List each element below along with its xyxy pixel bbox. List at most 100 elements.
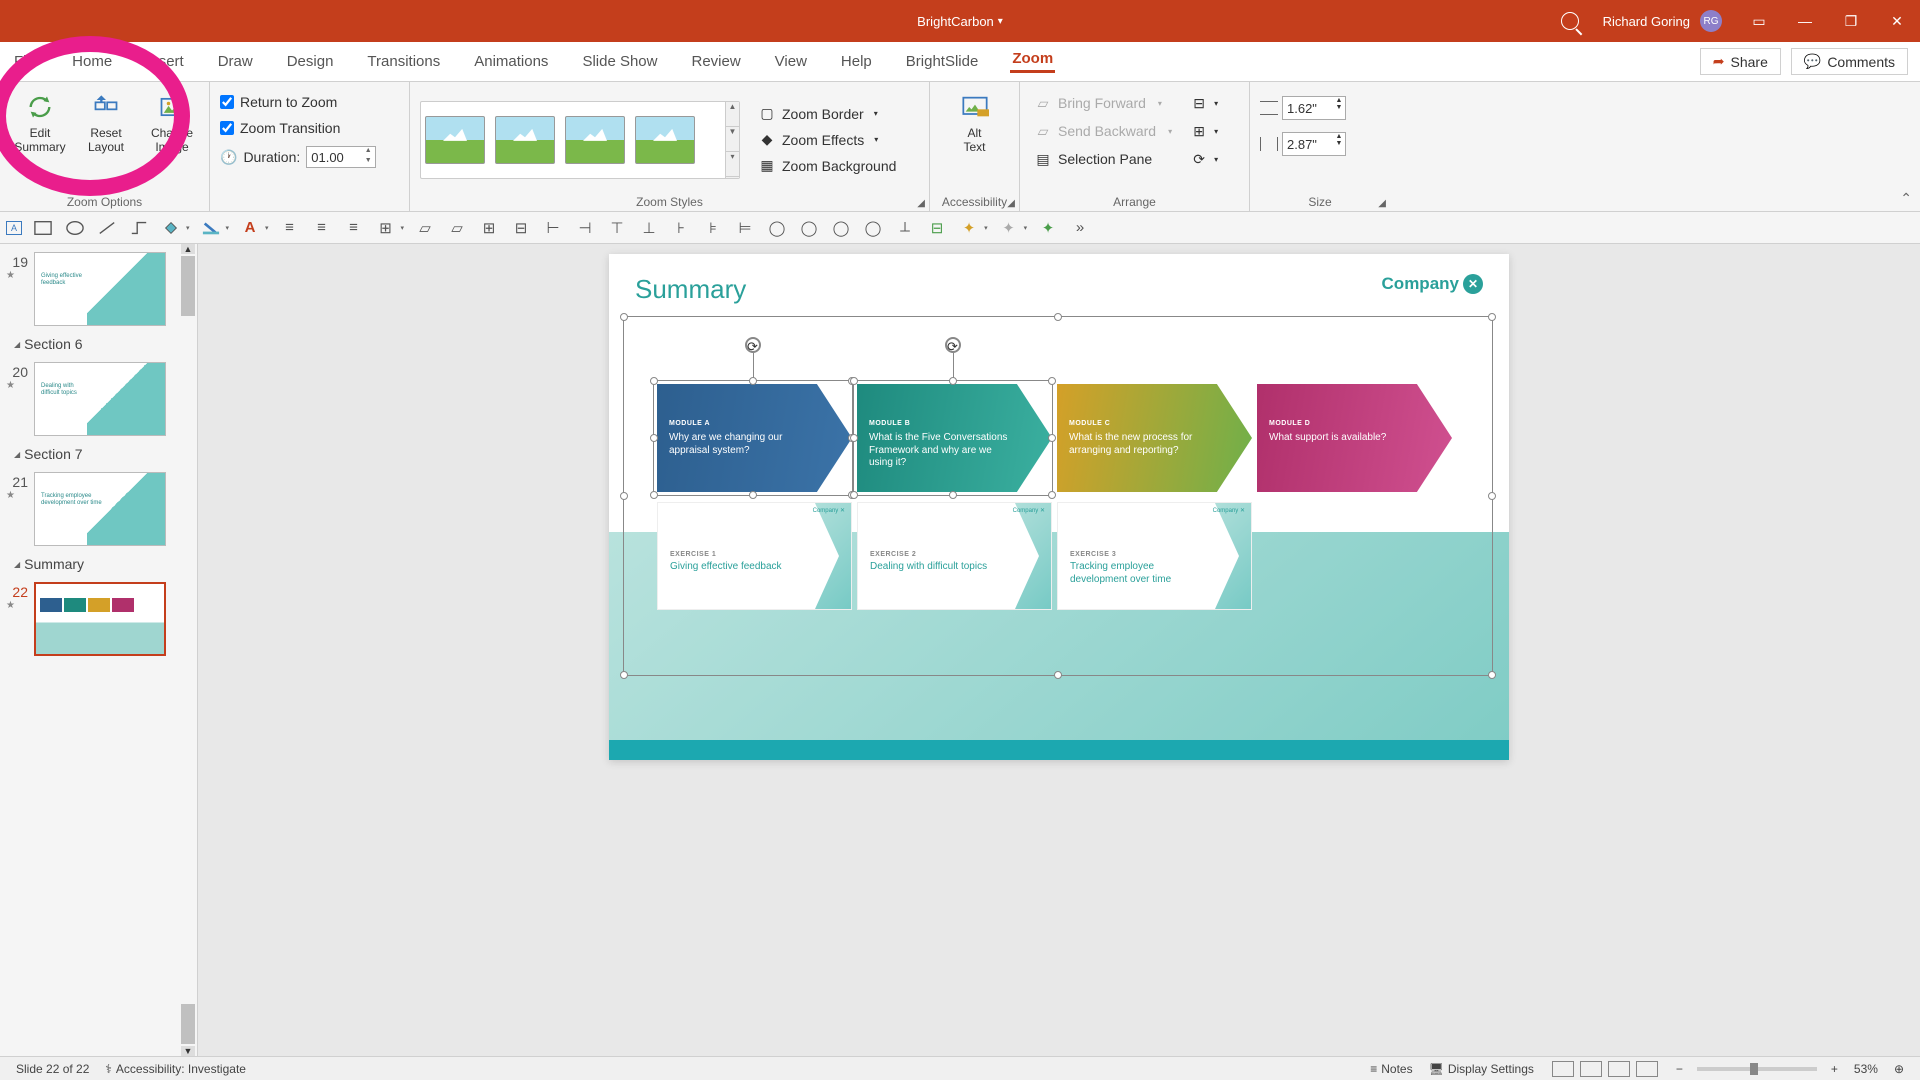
tab-view[interactable]: View [773,53,809,70]
send-backward-button[interactable]: ▱Send Backward▾ [1030,120,1176,142]
dialog-launcher-icon[interactable]: ◢ [1378,198,1386,209]
close-button[interactable]: ✕ [1874,0,1920,42]
rotate-handle-icon[interactable]: ⟳ [945,337,961,353]
tab-draw[interactable]: Draw [216,53,255,70]
zoom-effects-button[interactable]: ◆Zoom Effects▾ [754,129,900,151]
shape-outline-icon[interactable] [200,218,222,238]
group-button[interactable]: ⊞▾ [1186,120,1222,142]
oval-icon[interactable] [64,218,86,238]
dialog-launcher-icon[interactable]: ◢ [917,198,925,209]
merge-union-icon[interactable]: ◯ [766,218,788,238]
rotate-button[interactable]: ⟳▾ [1186,148,1222,170]
zoom-transition-checkbox[interactable]: Zoom Transition [220,118,340,138]
fit-to-window-icon[interactable]: ⊕ [1886,1062,1912,1076]
zoom-background-button[interactable]: ▦Zoom Background [754,155,900,177]
bring-front-icon[interactable]: ▱ [414,218,436,238]
style-thumb[interactable] [565,116,625,164]
maximize-button[interactable]: ❐ [1828,0,1874,42]
align-top-obj-icon[interactable]: ⊥ [638,218,660,238]
rotate-handle-icon[interactable]: ⟳ [745,337,761,353]
section-header[interactable]: Section 7 [0,440,197,468]
animation-painter-icon[interactable]: ✦ [998,218,1020,238]
align-bot-obj-icon[interactable]: ⊧ [702,218,724,238]
zoom-level[interactable]: 53% [1846,1062,1886,1076]
width-input[interactable]: 2.87"▲▼ [1260,132,1346,156]
slide-thumbnails[interactable]: 19★ Giving effectivefeedback Section 6 2… [0,244,198,1056]
style-thumb[interactable] [495,116,555,164]
align-button[interactable]: ⊟▾ [1186,92,1222,114]
tab-help[interactable]: Help [839,53,874,70]
tab-transitions[interactable]: Transitions [365,53,442,70]
exercise-card-1[interactable]: Company ✕EXERCISE 1Giving effective feed… [657,502,852,610]
user-account[interactable]: Richard Goring RG [1603,10,1722,32]
crop-icon[interactable]: ⟂ [894,218,916,238]
merge-intersect-icon[interactable]: ◯ [862,218,884,238]
more-icon[interactable]: » [1069,218,1091,238]
sorter-view-icon[interactable] [1580,1061,1602,1077]
merge-fragment-icon[interactable]: ◯ [830,218,852,238]
tab-home[interactable]: Home [70,53,114,70]
change-image-button[interactable]: Change Image [142,88,202,159]
tab-design[interactable]: Design [285,53,336,70]
align-right-obj-icon[interactable]: ⊤ [606,218,628,238]
tab-slideshow[interactable]: Slide Show [580,53,659,70]
style-thumb[interactable] [425,116,485,164]
section-header[interactable]: Summary [0,550,197,578]
zoom-in-button[interactable]: + [1823,1062,1846,1076]
send-back-icon[interactable]: ▱ [446,218,468,238]
shape-fill-icon[interactable] [160,218,182,238]
share-button[interactable]: ➦Share [1700,48,1781,75]
tab-animations[interactable]: Animations [472,53,550,70]
tab-review[interactable]: Review [689,53,742,70]
group-icon[interactable]: ⊞ [478,218,500,238]
reading-view-icon[interactable] [1608,1061,1630,1077]
slide-counter[interactable]: Slide 22 of 22 [8,1062,97,1076]
minimize-button[interactable]: ― [1782,0,1828,42]
height-input[interactable]: 1.62"▲▼ [1260,96,1346,120]
module-card-d[interactable]: MODULE DWhat support is available? [1257,384,1452,492]
exercise-card-2[interactable]: Company ✕EXERCISE 2Dealing with difficul… [857,502,1052,610]
slide-thumb-21[interactable]: 21★ Tracking employeedevelopment over ti… [0,468,197,550]
display-settings-button[interactable]: 🖥Display Settings [1421,1062,1542,1076]
align-right-icon[interactable]: ≡ [343,218,365,238]
duration-input[interactable]: 01.00▲▼ [306,146,376,168]
textbox-icon[interactable]: A [6,221,22,235]
zoom-slider[interactable] [1697,1067,1817,1071]
rectangle-icon[interactable] [32,218,54,238]
zoom-style-gallery[interactable]: ▲▼▾ [420,101,740,179]
align-left-obj-icon[interactable]: ⊢ [542,218,564,238]
align-mid-obj-icon[interactable]: ⊦ [670,218,692,238]
module-card-c[interactable]: MODULE CWhat is the new process for arra… [1057,384,1252,492]
tab-file[interactable]: File [12,53,40,70]
comments-button[interactable]: 💬Comments [1791,48,1908,75]
tab-brightslide[interactable]: BrightSlide [904,53,981,70]
merge-combine-icon[interactable]: ◯ [798,218,820,238]
slide-thumb-22[interactable]: 22★ [0,578,197,660]
tab-zoom[interactable]: Zoom [1010,50,1055,73]
collapse-ribbon-icon[interactable]: ⌃ [1900,190,1912,207]
return-to-zoom-checkbox[interactable]: Return to Zoom [220,92,337,112]
notes-button[interactable]: ≡Notes [1362,1062,1420,1076]
reset-layout-button[interactable]: Reset Layout [76,88,136,159]
align-center-icon[interactable]: ≡ [311,218,333,238]
edit-summary-button[interactable]: Edit Summary [10,88,70,159]
normal-view-icon[interactable] [1552,1061,1574,1077]
tab-insert[interactable]: Insert [144,53,186,70]
search-icon[interactable] [1561,12,1579,30]
selection-frame-b[interactable]: ⟳ [853,380,1053,496]
align-justify-icon[interactable]: ⊞ [375,218,397,238]
section-header[interactable]: Section 6 [0,330,197,358]
gallery-scroll[interactable]: ▲▼▾ [725,102,739,178]
ungroup-icon[interactable]: ⊟ [510,218,532,238]
alt-text-button[interactable]: Alt Text [945,88,1005,159]
style-thumb[interactable] [635,116,695,164]
ribbon-display-icon[interactable]: ▭ [1736,0,1782,42]
slide-canvas[interactable]: Summary Company✕ MODULE AWhy are we chan… [198,244,1920,1056]
exercise-card-3[interactable]: Company ✕EXERCISE 3Tracking employee dev… [1057,502,1252,610]
slide-thumb-19[interactable]: 19★ Giving effectivefeedback [0,248,197,330]
selection-pane-button[interactable]: ▤Selection Pane [1030,148,1176,170]
slideshow-view-icon[interactable] [1636,1061,1658,1077]
distribute-h-icon[interactable]: ⊨ [734,218,756,238]
zoom-border-button[interactable]: ▢Zoom Border▾ [754,103,900,125]
align-left-icon[interactable]: ≡ [279,218,301,238]
